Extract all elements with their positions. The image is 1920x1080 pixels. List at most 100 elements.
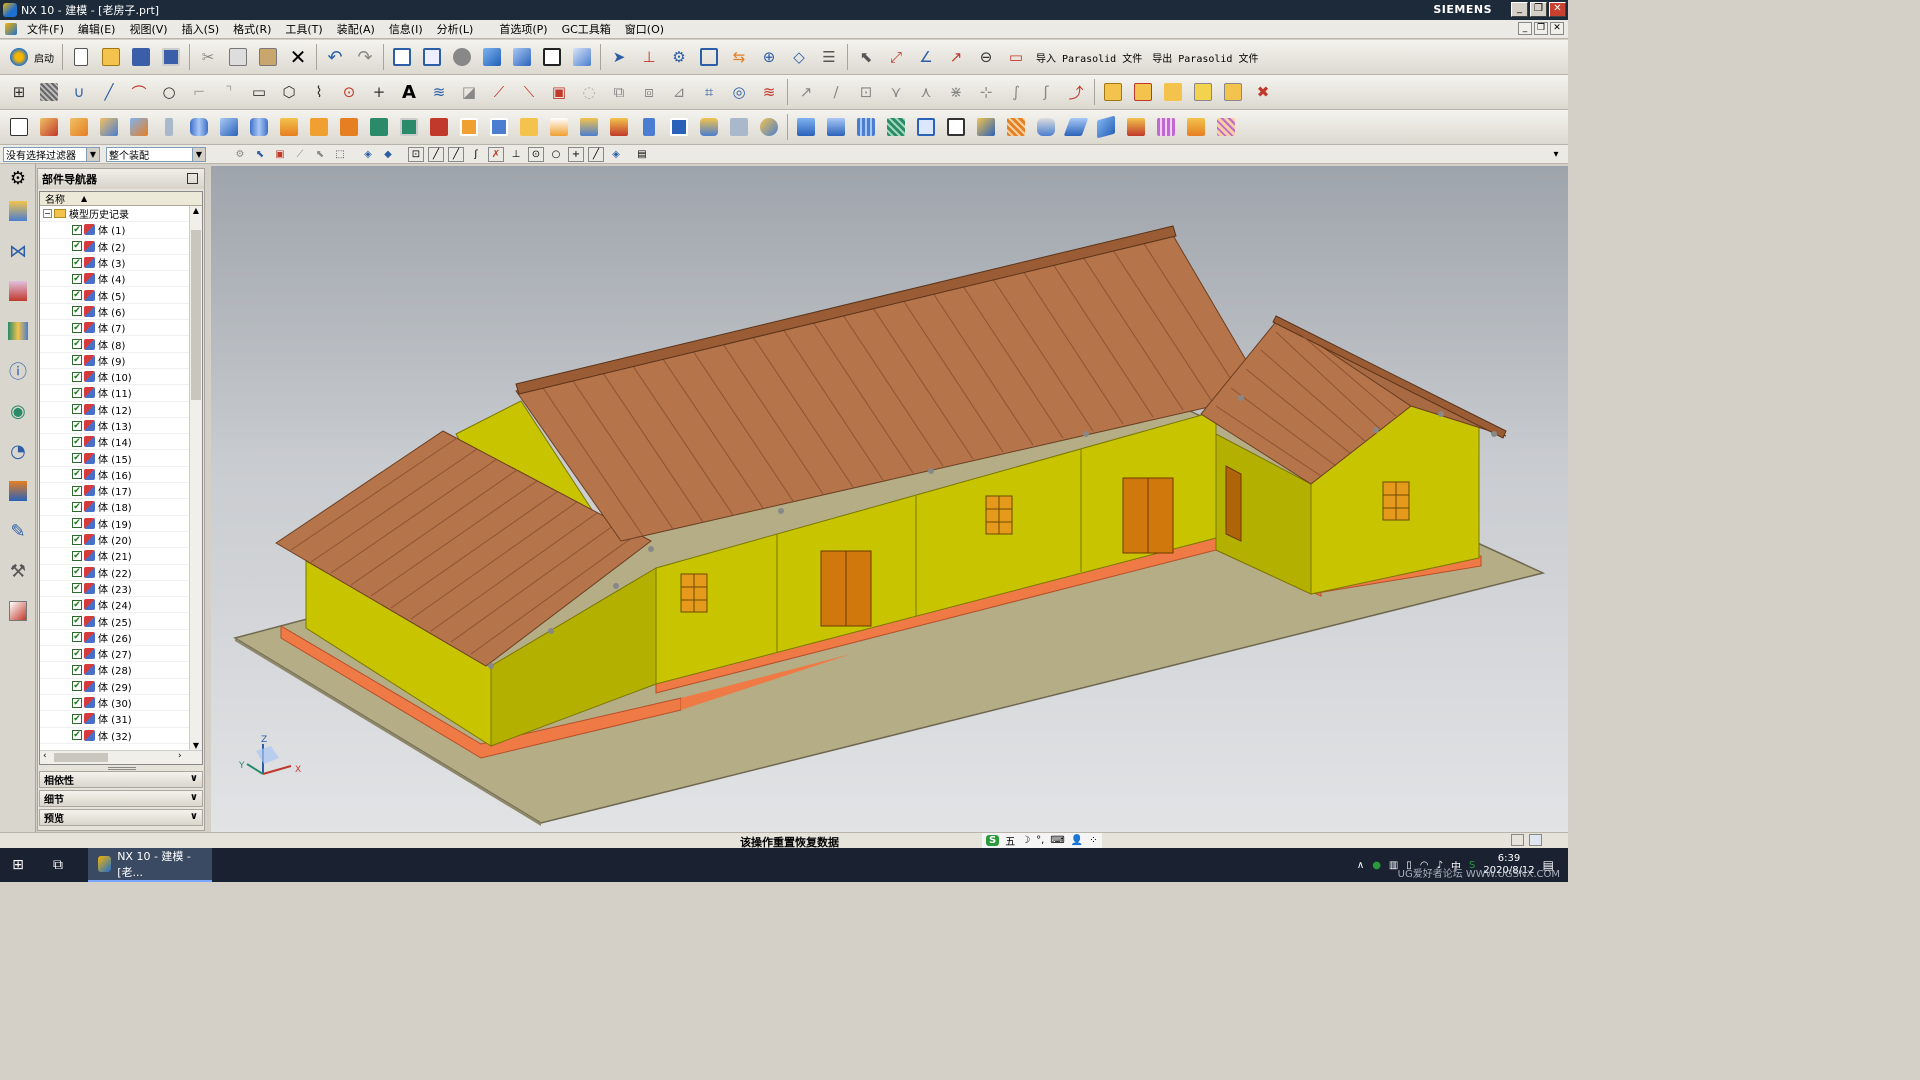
select-edge-icon[interactable]: ⟋ bbox=[292, 147, 308, 162]
visibility-checkbox[interactable]: ✔ bbox=[72, 469, 82, 480]
rectangle-select-icon[interactable]: ⬚ bbox=[332, 147, 348, 162]
undo-icon[interactable]: ↶ bbox=[322, 44, 348, 70]
layer-icon[interactable]: ☰ bbox=[816, 44, 842, 70]
point-create-icon[interactable]: ⊙ bbox=[336, 79, 362, 105]
body-node[interactable]: ✔ 体 (17) bbox=[40, 483, 202, 500]
studio-surface-icon[interactable] bbox=[883, 114, 909, 140]
chevron-down-icon[interactable]: ∨ bbox=[190, 773, 198, 784]
stretch-curve-icon[interactable]: ⋇ bbox=[943, 79, 969, 105]
rectangle-icon[interactable]: ▭ bbox=[246, 79, 272, 105]
process-studio-icon[interactable]: ◔ bbox=[4, 434, 32, 468]
save-icon[interactable] bbox=[128, 44, 154, 70]
background-icon[interactable] bbox=[539, 44, 565, 70]
studio-spline-icon[interactable]: ⌇ bbox=[306, 79, 332, 105]
isoparametric-curve-icon[interactable]: ◎ bbox=[726, 79, 752, 105]
start-menu-button[interactable]: 启动 bbox=[34, 50, 54, 65]
snap-endpoint-icon[interactable]: ⊡ bbox=[408, 146, 424, 162]
plus-icon[interactable]: + bbox=[366, 79, 392, 105]
datum-plane-icon[interactable] bbox=[6, 114, 32, 140]
visibility-checkbox[interactable]: ✔ bbox=[72, 730, 82, 741]
measure-icon[interactable]: ⊕ bbox=[756, 44, 782, 70]
body-node[interactable]: ✔ 体 (4) bbox=[40, 271, 202, 288]
snap-midpoint-icon[interactable]: ╱ bbox=[428, 146, 444, 162]
arc-icon[interactable]: ⌒ bbox=[126, 79, 152, 105]
visibility-checkbox[interactable]: ✔ bbox=[72, 534, 82, 545]
close-button[interactable]: ✕ bbox=[1549, 2, 1566, 17]
visibility-checkbox[interactable]: ✔ bbox=[72, 355, 82, 366]
body-node[interactable]: ✔ 体 (11) bbox=[40, 385, 202, 402]
body-node[interactable]: ✔ 体 (20) bbox=[40, 532, 202, 549]
curve-parameter-icon[interactable]: ⊡ bbox=[853, 79, 879, 105]
tray-expand-icon[interactable]: ∧ bbox=[1357, 860, 1364, 871]
show-hidden-icon[interactable]: ◈ bbox=[360, 147, 376, 162]
through-curves-icon[interactable] bbox=[823, 114, 849, 140]
surface-icon[interactable] bbox=[793, 114, 819, 140]
body-node[interactable]: ✔ 体 (24) bbox=[40, 597, 202, 614]
house-model[interactable]: Z X Y bbox=[211, 166, 1568, 833]
details-panel[interactable]: 细节 ∨ bbox=[39, 790, 203, 807]
groove-icon[interactable] bbox=[396, 114, 422, 140]
system-materials-icon[interactable]: ✎ bbox=[4, 514, 32, 548]
visibility-checkbox[interactable]: ✔ bbox=[72, 713, 82, 724]
save-as-icon[interactable] bbox=[158, 44, 184, 70]
select-face-icon[interactable]: ▣ bbox=[272, 147, 288, 162]
type-filter-select[interactable]: 没有选择过滤器 ▼ bbox=[3, 146, 100, 162]
toolbar-options-icon[interactable]: ▾ bbox=[1548, 147, 1564, 162]
body-node[interactable]: ✔ 体 (18) bbox=[40, 499, 202, 516]
task-view-icon[interactable]: ⧉ bbox=[40, 848, 76, 882]
snap-arc-center-icon[interactable]: ✗ bbox=[488, 146, 504, 162]
name-column-header[interactable]: 名称 ▲ bbox=[40, 192, 202, 206]
n-sided-icon[interactable] bbox=[913, 114, 939, 140]
system-scenes-icon[interactable]: ⚒ bbox=[4, 554, 32, 588]
task-sketch-icon[interactable] bbox=[36, 79, 62, 105]
moon-icon[interactable]: ☽ bbox=[1021, 835, 1030, 846]
blend-icon[interactable] bbox=[576, 114, 602, 140]
project-curve-icon[interactable]: ⟋ bbox=[486, 79, 512, 105]
visibility-checkbox[interactable]: ✔ bbox=[72, 632, 82, 643]
ruler-icon[interactable]: ▭ bbox=[1003, 44, 1029, 70]
sketch-icon[interactable]: ⊞ bbox=[6, 79, 32, 105]
menu-insert[interactable]: 插入(S) bbox=[175, 21, 227, 37]
zoom-icon[interactable] bbox=[419, 44, 445, 70]
visibility-checkbox[interactable]: ✔ bbox=[72, 518, 82, 529]
menu-information[interactable]: 信息(I) bbox=[382, 21, 430, 37]
ime-mode-wubi[interactable]: 五 bbox=[1005, 833, 1015, 848]
body-node[interactable]: ✔ 体 (28) bbox=[40, 662, 202, 679]
distance-icon[interactable]: ⤢ bbox=[883, 44, 909, 70]
trim-corner-icon[interactable]: ⋏ bbox=[913, 79, 939, 105]
body-node[interactable]: ✔ 体 (15) bbox=[40, 450, 202, 467]
visibility-checkbox[interactable]: ✔ bbox=[72, 485, 82, 496]
rule-surface-icon[interactable] bbox=[1093, 114, 1119, 140]
open-folder-icon[interactable] bbox=[98, 44, 124, 70]
part-navigator-icon[interactable] bbox=[4, 274, 32, 308]
wcs-icon[interactable]: ⊥ bbox=[636, 44, 662, 70]
body-node[interactable]: ✔ 体 (25) bbox=[40, 613, 202, 630]
body-node[interactable]: ✔ 体 (30) bbox=[40, 695, 202, 712]
select-body-icon[interactable]: ⬉ bbox=[312, 147, 328, 162]
body-node[interactable]: ✔ 体 (19) bbox=[40, 516, 202, 532]
restore-button[interactable]: ❐ bbox=[1530, 2, 1547, 17]
subtract-icon[interactable] bbox=[126, 114, 152, 140]
nx-taskbar-item[interactable]: NX 10 - 建模 - [老... bbox=[88, 848, 212, 882]
block-icon[interactable] bbox=[216, 114, 242, 140]
gc-delete-icon[interactable]: ✖ bbox=[1250, 79, 1276, 105]
pipe-icon[interactable] bbox=[1033, 114, 1059, 140]
offset-curve-icon[interactable]: ◪ bbox=[456, 79, 482, 105]
visibility-checkbox[interactable]: ✔ bbox=[72, 550, 82, 561]
menu-window[interactable]: 窗口(O) bbox=[618, 21, 671, 37]
palette-icon[interactable] bbox=[4, 594, 32, 628]
patch-icon[interactable] bbox=[973, 114, 999, 140]
paste-icon[interactable] bbox=[255, 44, 281, 70]
text-icon[interactable]: A bbox=[396, 79, 422, 105]
body-node[interactable]: ✔ 体 (2) bbox=[40, 239, 202, 255]
body-node[interactable]: ✔ 体 (5) bbox=[40, 287, 202, 304]
chamfer-icon[interactable]: ⌝ bbox=[216, 79, 242, 105]
revolve-icon[interactable] bbox=[66, 114, 92, 140]
body-node[interactable]: ✔ 体 (13) bbox=[40, 418, 202, 435]
line-icon[interactable]: ╱ bbox=[96, 79, 122, 105]
filter-reset-icon[interactable]: ⚙ bbox=[232, 147, 248, 162]
gc-check-icon[interactable] bbox=[1220, 79, 1246, 105]
redo-icon[interactable]: ↷ bbox=[352, 44, 378, 70]
doc-close-button[interactable]: ✕ bbox=[1550, 22, 1564, 35]
snap-bounded-icon[interactable]: ◈ bbox=[608, 147, 624, 162]
